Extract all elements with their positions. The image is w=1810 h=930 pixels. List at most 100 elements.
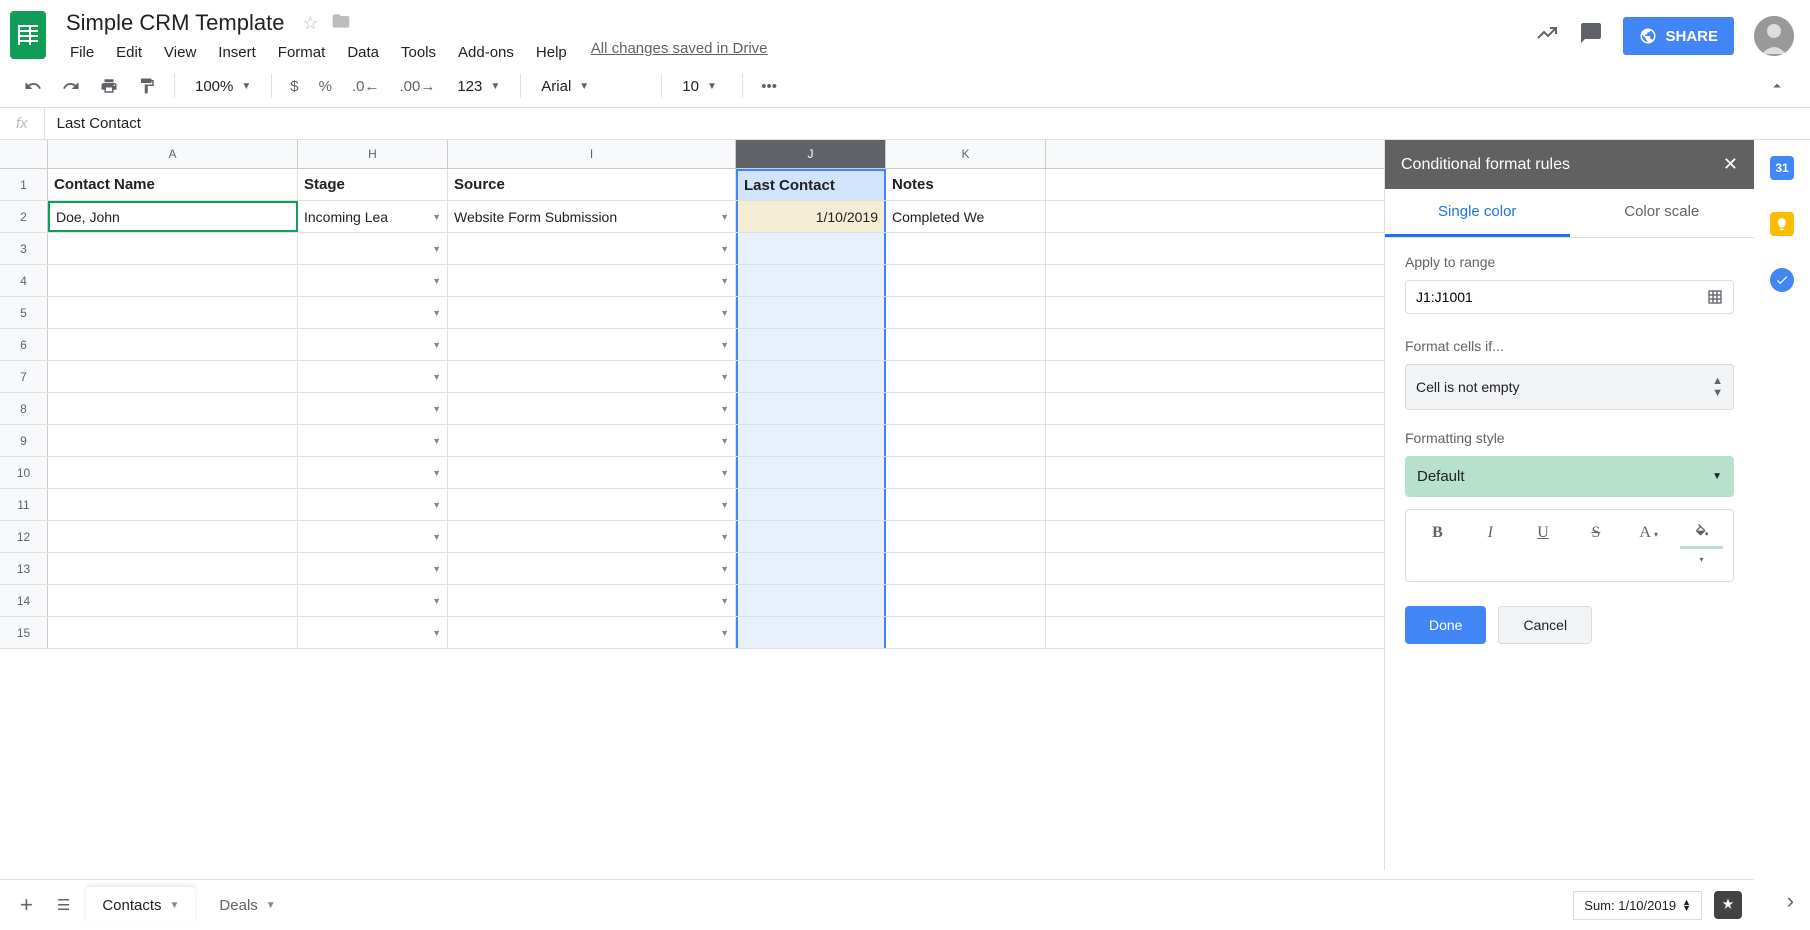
cell-I2[interactable]: Website Form Submission▼ [448,201,736,232]
cell-H14[interactable]: ▼ [298,585,448,616]
italic-button[interactable]: I [1465,516,1516,575]
cell-H13[interactable]: ▼ [298,553,448,584]
cell-H4[interactable]: ▼ [298,265,448,296]
cell-A8[interactable] [48,393,298,424]
dropdown-icon[interactable]: ▼ [432,628,441,638]
cell-I1[interactable]: Source [448,169,736,200]
cell-K3[interactable] [886,233,1046,264]
dropdown-icon[interactable]: ▼ [720,404,729,414]
dropdown-icon[interactable]: ▼ [432,468,441,478]
cell-H3[interactable]: ▼ [298,233,448,264]
cell-H5[interactable]: ▼ [298,297,448,328]
sum-display[interactable]: Sum: 1/10/2019 ▲▼ [1573,891,1702,920]
grid-icon[interactable] [1707,289,1723,305]
dropdown-icon[interactable]: ▼ [720,628,729,638]
cell-I10[interactable]: ▼ [448,457,736,488]
strike-button[interactable]: S [1570,516,1621,575]
cell-K11[interactable] [886,489,1046,520]
dropdown-icon[interactable]: ▼ [720,340,729,350]
paint-format-button[interactable] [130,71,164,101]
sheet-tab-deals[interactable]: Deals▼ [203,887,291,924]
bold-button[interactable]: B [1412,516,1463,575]
cell-A2[interactable]: Doe, John [48,201,298,232]
cell-A6[interactable] [48,329,298,360]
cell-A10[interactable] [48,457,298,488]
cell-I11[interactable]: ▼ [448,489,736,520]
menu-data[interactable]: Data [337,40,389,65]
dropdown-icon[interactable]: ▼ [720,308,729,318]
row-header[interactable]: 13 [0,553,48,584]
tab-color-scale[interactable]: Color scale [1570,189,1755,237]
dropdown-icon[interactable]: ▼ [720,500,729,510]
range-field[interactable] [1416,289,1707,305]
cell-H15[interactable]: ▼ [298,617,448,648]
cell-I14[interactable]: ▼ [448,585,736,616]
cell-J10[interactable] [736,457,886,488]
cell-A15[interactable] [48,617,298,648]
cell-J4[interactable] [736,265,886,296]
cell-I5[interactable]: ▼ [448,297,736,328]
cell-I9[interactable]: ▼ [448,425,736,456]
dropdown-icon[interactable]: ▼ [720,596,729,606]
cell-K14[interactable] [886,585,1046,616]
trend-icon[interactable] [1535,21,1559,51]
dropdown-icon[interactable]: ▼ [432,532,441,542]
cell-H10[interactable]: ▼ [298,457,448,488]
cell-K4[interactable] [886,265,1046,296]
text-color-button[interactable]: A ▾ [1623,516,1674,575]
dropdown-icon[interactable]: ▼ [432,564,441,574]
menu-file[interactable]: File [60,40,104,65]
row-header[interactable]: 10 [0,457,48,488]
row-header[interactable]: 2 [0,201,48,232]
dropdown-icon[interactable]: ▼ [720,244,729,254]
select-all-corner[interactable] [0,140,48,168]
cell-J2[interactable]: 1/10/2019 [736,201,886,232]
dropdown-icon[interactable]: ▼ [432,340,441,350]
undo-button[interactable] [16,71,50,101]
cell-H7[interactable]: ▼ [298,361,448,392]
row-header[interactable]: 14 [0,585,48,616]
cell-I3[interactable]: ▼ [448,233,736,264]
cell-J1[interactable]: Last Contact [736,169,886,200]
col-header-K[interactable]: K [886,140,1046,168]
cell-A1[interactable]: Contact Name [48,169,298,200]
cell-I7[interactable]: ▼ [448,361,736,392]
cancel-button[interactable]: Cancel [1498,606,1592,644]
cell-J5[interactable] [736,297,886,328]
style-preview[interactable]: Default ▼ [1405,456,1734,497]
cell-A12[interactable] [48,521,298,552]
menu-help[interactable]: Help [526,40,577,65]
close-icon[interactable]: ✕ [1723,154,1738,175]
fill-color-button[interactable]: ▾ [1676,516,1727,575]
star-icon[interactable]: ☆ [302,13,318,34]
menu-format[interactable]: Format [268,40,336,65]
font-size-dropdown[interactable]: 10▼ [672,74,732,99]
save-status[interactable]: All changes saved in Drive [591,40,768,65]
more-toolbar-button[interactable]: ••• [753,72,785,101]
explore-button[interactable] [1714,891,1742,919]
cell-A13[interactable] [48,553,298,584]
dropdown-icon[interactable]: ▼ [432,244,441,254]
row-header[interactable]: 1 [0,169,48,200]
sheets-app-icon[interactable] [8,8,48,62]
cell-I4[interactable]: ▼ [448,265,736,296]
cell-I6[interactable]: ▼ [448,329,736,360]
cell-A7[interactable] [48,361,298,392]
row-header[interactable]: 8 [0,393,48,424]
percent-button[interactable]: % [311,72,340,101]
row-header[interactable]: 15 [0,617,48,648]
tasks-icon[interactable] [1770,268,1794,292]
number-format-dropdown[interactable]: 123▼ [447,74,510,99]
cell-K2[interactable]: Completed We [886,201,1046,232]
share-button[interactable]: SHARE [1623,17,1734,55]
dropdown-icon[interactable]: ▼ [720,532,729,542]
cell-A3[interactable] [48,233,298,264]
comment-icon[interactable] [1579,21,1603,51]
print-button[interactable] [92,71,126,101]
col-header-J[interactable]: J [736,140,886,168]
cell-J12[interactable] [736,521,886,552]
dropdown-icon[interactable]: ▼ [432,212,441,222]
dropdown-icon[interactable]: ▼ [720,564,729,574]
dropdown-icon[interactable]: ▼ [432,404,441,414]
dropdown-icon[interactable]: ▼ [720,436,729,446]
